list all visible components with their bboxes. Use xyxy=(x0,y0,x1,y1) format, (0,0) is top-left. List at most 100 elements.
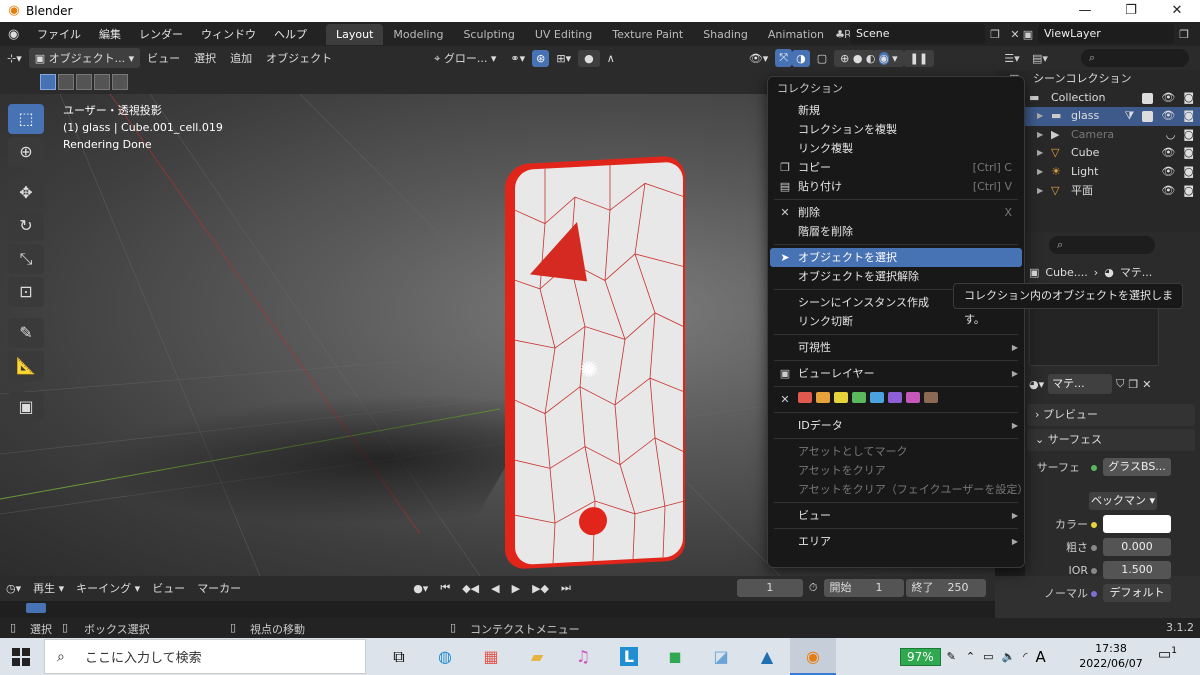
expand-arrow-icon[interactable]: ▶ xyxy=(1037,163,1043,182)
expand-arrow-icon[interactable]: ▶ xyxy=(1037,107,1043,126)
color-tag-3-icon[interactable] xyxy=(834,392,848,403)
select-invert-icon[interactable] xyxy=(94,74,110,90)
measure-tool-icon[interactable]: 📐 xyxy=(8,351,44,381)
menu-edit[interactable]: 編集 xyxy=(90,26,130,42)
jump-start-icon[interactable]: ⏮ xyxy=(434,581,456,595)
select-extend-icon[interactable] xyxy=(58,74,74,90)
preview-panel-header[interactable]: › プレビュー xyxy=(1027,404,1195,426)
snap-target-icon[interactable]: ⊞▾ xyxy=(549,52,578,65)
itunes-icon[interactable]: ♫ xyxy=(560,638,606,675)
menu-marker[interactable]: マーカー xyxy=(191,580,247,596)
menu-window[interactable]: ウィンドウ xyxy=(192,26,265,42)
chevron-up-icon[interactable]: ⌃ xyxy=(966,650,975,663)
windows-start-icon[interactable] xyxy=(12,648,30,666)
rendered-shading-icon[interactable]: ◉ xyxy=(879,51,889,65)
end-frame-field[interactable]: 終了 250 xyxy=(905,579,986,597)
pen-icon[interactable]: ✎ xyxy=(947,650,956,663)
menu-keying[interactable]: キーイング ▾ xyxy=(70,580,146,596)
copy-viewlayer-icon[interactable]: ❐ xyxy=(1174,28,1194,41)
color-tag-2-icon[interactable] xyxy=(816,392,830,403)
outliner-row-camera[interactable]: ▶ ▶ Camera ◡ ◙ xyxy=(995,126,1200,145)
unlink-material-icon[interactable]: ✕ xyxy=(1142,378,1151,391)
tab-layout[interactable]: Layout xyxy=(326,23,384,45)
gizmo-icon[interactable]: ⤧ xyxy=(775,49,793,67)
select-intersect-icon[interactable] xyxy=(112,74,128,90)
scale-tool-icon[interactable]: ⤡ xyxy=(8,244,44,274)
select-tool-icon[interactable]: ⬚ xyxy=(8,104,44,134)
color-tag-5-icon[interactable] xyxy=(870,392,884,403)
expand-arrow-icon[interactable]: ▶ xyxy=(1037,144,1043,163)
context-menu-item[interactable]: 可視性 ▶ xyxy=(768,338,1024,357)
eye-icon[interactable]: 👁 xyxy=(1161,144,1175,163)
context-menu-item[interactable]: ❐ コピー [Ctrl] C xyxy=(768,158,1024,177)
context-menu-item[interactable]: コレクションを複製 xyxy=(768,120,1024,139)
stopwatch-icon[interactable]: ⏱ xyxy=(803,581,824,595)
play-reverse-icon[interactable]: ◀ xyxy=(485,582,505,595)
ior-field[interactable]: 1.500 xyxy=(1103,561,1171,579)
select-subtract-icon[interactable] xyxy=(76,74,92,90)
distribution-dropdown[interactable]: ベックマン ▾ xyxy=(1089,492,1157,510)
eye-icon[interactable]: 👁 xyxy=(1161,163,1175,182)
eraser-app-icon[interactable]: ◪ xyxy=(698,638,744,675)
line-icon[interactable]: ◼ xyxy=(652,638,698,675)
minimize-button[interactable]: — xyxy=(1062,0,1108,22)
color-tag-1-icon[interactable] xyxy=(798,392,812,403)
menu-timeline-view[interactable]: ビュー xyxy=(146,580,191,596)
taskbar-search[interactable]: ⌕ ここに入力して検索 xyxy=(44,639,366,674)
color-tag-6-icon[interactable] xyxy=(888,392,902,403)
context-menu-item[interactable]: ▤ 貼り付け [Ctrl] V xyxy=(768,177,1024,196)
blender-taskbar-icon[interactable]: ◉ xyxy=(790,638,836,675)
timeline-ruler[interactable] xyxy=(0,601,995,618)
menu-help[interactable]: ヘルプ xyxy=(265,26,316,42)
context-menu-item[interactable]: リンク複製 xyxy=(768,139,1024,158)
wifi-icon[interactable]: ◜ xyxy=(1023,650,1027,663)
xray-icon[interactable]: ▢ xyxy=(810,52,834,65)
outliner-row-collection[interactable]: ▬ Collection 👁 ◙ xyxy=(995,89,1200,108)
outliner-row-plane[interactable]: ▶ ▽ 平面 👁 ◙ xyxy=(995,182,1200,201)
taskbar-clock[interactable]: 17:38 2022/06/07 xyxy=(1078,641,1144,671)
normal-field[interactable]: デフォルト xyxy=(1103,584,1171,602)
current-frame-field[interactable]: 1 xyxy=(736,579,803,597)
menu-playback[interactable]: 再生 ▾ xyxy=(27,580,70,596)
context-menu-item[interactable]: エリア ▶ xyxy=(768,532,1024,551)
close-button[interactable]: ✕ xyxy=(1154,0,1200,22)
move-tool-icon[interactable]: ✥ xyxy=(8,178,44,208)
start-frame-field[interactable]: 開始 1 xyxy=(823,579,904,597)
material-browse-icon[interactable]: ◕▾ xyxy=(1029,378,1044,391)
autokey-icon[interactable]: ●▾ xyxy=(407,582,434,595)
eye-closed-icon[interactable]: ◡ xyxy=(1166,126,1176,145)
context-menu-item[interactable]: リンク切断 xyxy=(768,312,1024,331)
exclude-checkbox[interactable] xyxy=(1142,92,1154,104)
camera-render-icon[interactable]: ◙ xyxy=(1183,126,1194,145)
menu-render[interactable]: レンダー xyxy=(130,26,192,42)
remove-viewlayer-icon[interactable]: ✕ xyxy=(1194,28,1200,41)
proportional-edit-icon[interactable]: ● xyxy=(578,49,600,67)
color-tag-4-icon[interactable] xyxy=(852,392,866,403)
menu-object[interactable]: オブジェクト xyxy=(259,50,339,66)
file-explorer-icon[interactable]: ▰ xyxy=(514,638,560,675)
l-app-icon[interactable]: L xyxy=(606,638,652,675)
battery-indicator[interactable]: 97% xyxy=(900,647,941,666)
network-icon[interactable]: ▭ xyxy=(983,650,993,663)
roughness-field[interactable]: 0.000 xyxy=(1103,538,1171,556)
context-menu-item[interactable]: ▣ ビューレイヤー ▶ xyxy=(768,364,1024,383)
store-icon[interactable]: ▦ xyxy=(468,638,514,675)
playhead[interactable] xyxy=(26,603,46,613)
menu-add[interactable]: 追加 xyxy=(223,50,259,66)
photos-icon[interactable]: ▲ xyxy=(744,638,790,675)
prev-keyframe-icon[interactable]: ◆◀ xyxy=(456,582,485,595)
menu-select[interactable]: 選択 xyxy=(187,50,223,66)
color-tag-7-icon[interactable] xyxy=(906,392,920,403)
duplicate-material-icon[interactable]: ❐ xyxy=(1128,378,1138,391)
select-new-icon[interactable] xyxy=(40,74,56,90)
pause-render-icon[interactable]: ❚❚ xyxy=(903,49,935,67)
orientation-selector[interactable]: ⌖ グロー... ▾ xyxy=(427,50,503,66)
outliner-row-cube[interactable]: ▶ ▽ Cube 👁 ◙ xyxy=(995,144,1200,163)
mode-selector[interactable]: ▣ オブジェクト... ▾ xyxy=(28,48,141,68)
surface-shader-field[interactable]: グラスBS... xyxy=(1103,458,1171,476)
editor-type-icon[interactable]: ⊹▾ xyxy=(0,52,29,65)
context-menu-item[interactable]: 新規 xyxy=(768,101,1024,120)
color-swatch[interactable] xyxy=(1103,515,1171,533)
cursor-tool-icon[interactable]: ⊕ xyxy=(8,137,44,167)
properties-search[interactable]: ⌕ xyxy=(1049,236,1155,254)
